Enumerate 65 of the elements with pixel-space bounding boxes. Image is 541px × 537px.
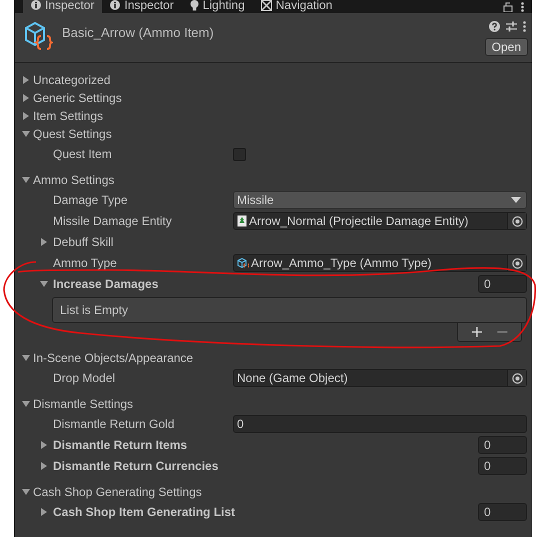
section-foldout[interactable]: Dismantle Settings <box>33 397 134 411</box>
document-icon <box>237 215 247 227</box>
empty-list-box: List is Empty <box>52 297 527 323</box>
object-field[interactable]: Arrow_Ammo_Type (Ammo Type) <box>233 254 527 272</box>
caret-icon[interactable] <box>21 487 31 497</box>
object-field[interactable]: None (Game Object) <box>233 369 527 387</box>
asset-icon <box>237 257 249 269</box>
add-button[interactable]: + <box>468 324 486 340</box>
property-foldout[interactable]: Debuff Skill <box>53 235 114 249</box>
caret-icon[interactable] <box>39 279 49 289</box>
asset-title: Basic_Arrow (Ammo Item) <box>62 25 215 41</box>
caret-icon[interactable] <box>21 93 31 103</box>
object-picker-icon[interactable] <box>512 372 522 384</box>
info-icon <box>31 0 41 10</box>
caret-icon[interactable] <box>39 440 49 450</box>
field-label: Dismantle Return Gold <box>52 417 176 431</box>
caret-icon[interactable] <box>21 175 31 185</box>
caret-icon[interactable] <box>39 461 49 471</box>
caret-icon <box>511 197 521 203</box>
caret-icon[interactable] <box>39 237 49 247</box>
panel-tab[interactable]: Inspector <box>23 0 102 13</box>
caret-icon[interactable] <box>39 507 49 517</box>
number-field[interactable]: 0 <box>233 415 527 433</box>
settings-icon[interactable] <box>506 20 517 32</box>
open-button[interactable]: Open <box>484 38 528 56</box>
dropdown[interactable]: Missile <box>233 191 527 209</box>
light-bulb-icon <box>190 0 199 10</box>
list-foldout[interactable]: Cash Shop Item Generating List <box>53 505 236 519</box>
more-icon[interactable] <box>521 2 524 12</box>
section-foldout[interactable]: Item Settings <box>33 109 104 123</box>
caret-icon[interactable] <box>21 399 31 409</box>
more-icon[interactable] <box>523 20 526 32</box>
panel-tab[interactable]: Lighting <box>182 0 253 13</box>
panel-tab[interactable]: Inspector <box>102 0 182 13</box>
object-picker-icon[interactable] <box>512 216 522 226</box>
caret-icon[interactable] <box>21 75 31 85</box>
section-foldout[interactable]: Uncategorized <box>33 73 110 87</box>
field-label: Quest Item <box>52 147 113 161</box>
section-foldout[interactable]: Quest Settings <box>33 127 112 141</box>
list-foldout[interactable]: Increase Damages <box>53 277 158 291</box>
field-label: Ammo Type <box>52 256 118 270</box>
section-foldout[interactable]: Generic Settings <box>33 91 122 105</box>
caret-icon[interactable] <box>21 129 31 139</box>
caret-icon[interactable] <box>21 111 31 121</box>
list-size-field[interactable]: 0 <box>478 436 527 454</box>
field-label: Damage Type <box>52 193 128 207</box>
list-size-field[interactable]: 0 <box>478 275 527 293</box>
asset-icon <box>23 20 53 50</box>
section-foldout[interactable]: Ammo Settings <box>33 173 114 187</box>
caret-icon[interactable] <box>21 353 31 363</box>
list-foldout[interactable]: Dismantle Return Currencies <box>53 459 218 473</box>
lock-icon[interactable] <box>503 2 513 12</box>
section-foldout[interactable]: Cash Shop Generating Settings <box>33 485 202 499</box>
panel-tab[interactable]: Navigation <box>252 0 340 13</box>
list-foldout[interactable]: Dismantle Return Items <box>53 438 188 452</box>
navigation-icon <box>260 0 272 10</box>
checkbox[interactable] <box>233 148 246 160</box>
object-picker-icon[interactable] <box>512 258 522 268</box>
field-label: Missile Damage Entity <box>52 214 173 228</box>
list-size-field[interactable]: 0 <box>478 457 527 475</box>
help-icon[interactable] <box>489 20 500 32</box>
field-label: Drop Model <box>52 371 116 385</box>
object-field[interactable]: Arrow_Normal (Projectile Damage Entity) <box>233 212 527 230</box>
list-size-field[interactable]: 0 <box>478 503 527 521</box>
section-foldout[interactable]: In-Scene Objects/Appearance <box>33 351 194 365</box>
